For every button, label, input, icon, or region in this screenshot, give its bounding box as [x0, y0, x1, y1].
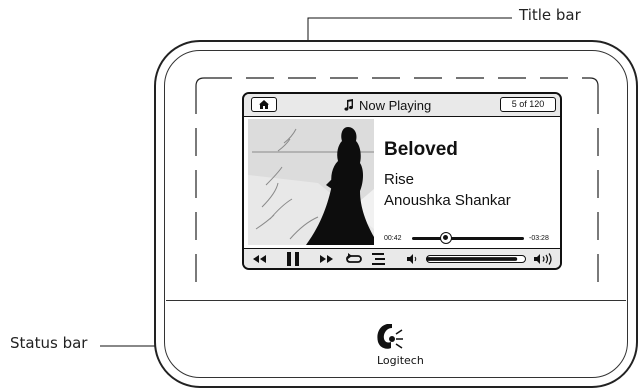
device-divider	[166, 300, 626, 301]
status-bar-callout-label: Status bar	[10, 334, 88, 352]
music-note-icon	[344, 99, 354, 111]
touch-screen: Now Playing 5 of 120 Beloved Rise Anoush…	[242, 92, 562, 270]
title-bar: Now Playing 5 of 120	[244, 94, 560, 117]
repeat-icon[interactable]	[344, 251, 364, 267]
title-bar-callout-label: Title bar	[519, 6, 581, 24]
rewind-icon[interactable]	[250, 252, 270, 266]
screen-title: Now Playing	[359, 97, 432, 113]
progress-track[interactable]	[412, 237, 524, 240]
title-group: Now Playing	[344, 96, 431, 114]
queue-icon[interactable]	[370, 251, 388, 267]
volume-fill	[426, 257, 518, 261]
progress-knob[interactable]	[439, 232, 452, 244]
home-button[interactable]	[251, 97, 277, 112]
brand-name: Logitech	[377, 354, 424, 367]
home-icon	[259, 100, 269, 109]
album-art	[248, 119, 374, 245]
volume-high-icon[interactable]	[532, 252, 556, 266]
time-remaining: -03:28	[529, 235, 549, 242]
artist-name: Anoushka Shankar	[384, 192, 511, 209]
fast-forward-icon[interactable]	[316, 252, 336, 266]
volume-low-icon[interactable]	[406, 253, 418, 265]
status-bar	[244, 248, 560, 268]
album-name: Rise	[384, 171, 415, 188]
track-count-badge: 5 of 120	[500, 97, 556, 112]
song-title: Beloved	[384, 139, 458, 160]
pause-icon[interactable]	[284, 250, 302, 268]
time-elapsed: 00:42	[384, 235, 402, 242]
